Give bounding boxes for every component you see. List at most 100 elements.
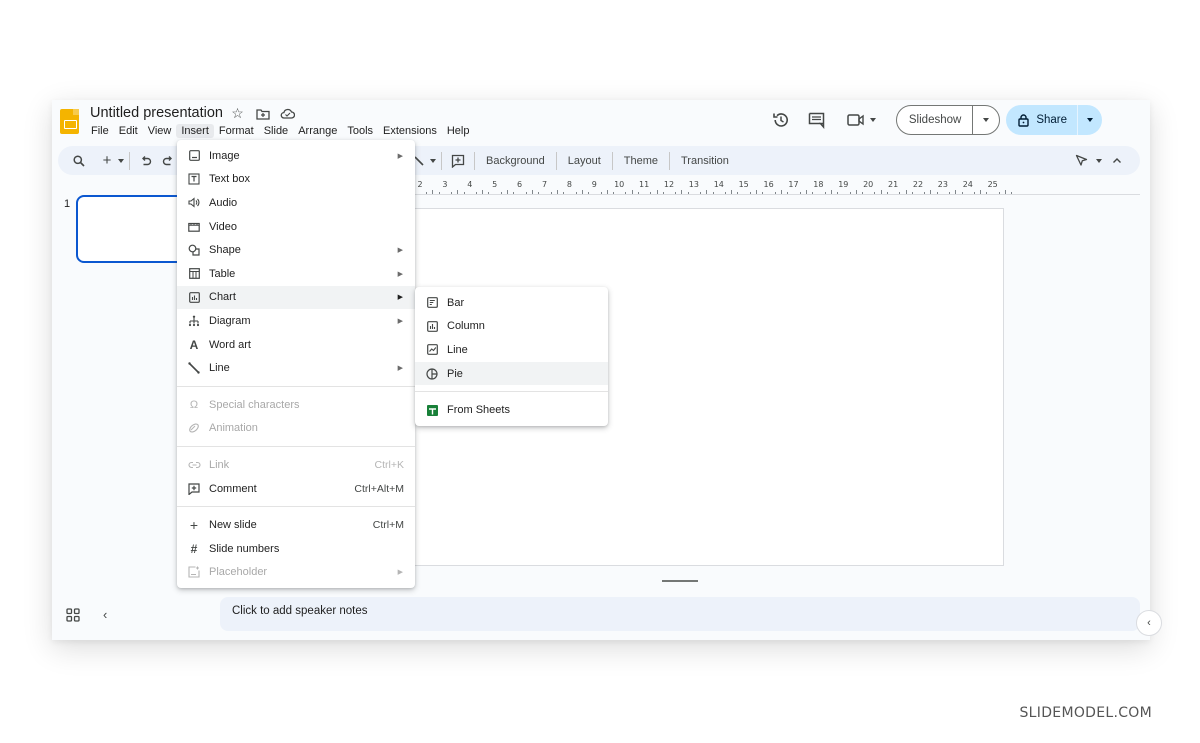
menu-item-shape[interactable]: Shape ▶	[177, 238, 415, 262]
move-folder-icon[interactable]	[255, 106, 270, 121]
menu-extensions[interactable]: Extensions	[378, 124, 442, 138]
theme-button[interactable]: Theme	[618, 155, 664, 167]
ruler-tick	[731, 190, 733, 194]
menu-view[interactable]: View	[143, 124, 177, 138]
side-panel-toggle-icon[interactable]: ‹	[1136, 610, 1162, 636]
ruler-tick	[787, 192, 789, 194]
menu-item-pie-chart[interactable]: Pie	[415, 361, 608, 386]
star-icon[interactable]: ☆	[230, 105, 245, 121]
hash-icon: #	[190, 541, 198, 556]
chevron-down-icon[interactable]	[430, 158, 436, 163]
search-menus-icon[interactable]	[68, 150, 90, 172]
add-comment-icon[interactable]	[447, 150, 469, 172]
collapse-filmstrip-icon[interactable]: ‹	[103, 607, 107, 622]
submenu-arrow-icon: ▶	[397, 317, 403, 325]
menu-item-table[interactable]: Table ▶	[177, 262, 415, 286]
menu-insert[interactable]: Insert	[176, 124, 214, 138]
slideshow-dropdown[interactable]	[973, 118, 999, 122]
comments-icon[interactable]	[802, 105, 832, 135]
menu-item-word-art[interactable]: A Word art	[177, 333, 415, 357]
collapse-toolbar-icon[interactable]	[1106, 150, 1128, 172]
speaker-notes[interactable]: Click to add speaker notes	[220, 597, 1140, 631]
ruler-tick	[725, 192, 727, 194]
redo-icon[interactable]	[157, 150, 179, 172]
ruler-tick	[980, 190, 982, 194]
menu-item-new-slide[interactable]: + New slide Ctrl+M	[177, 513, 415, 537]
background-button[interactable]: Background	[480, 155, 551, 167]
ruler-label: 24	[962, 180, 973, 189]
toolbar-divider	[474, 151, 475, 170]
new-slide-icon[interactable]: +	[96, 150, 118, 172]
menu-item-slide-numbers[interactable]: # Slide numbers	[177, 537, 415, 561]
ruler-tick	[675, 192, 677, 194]
menu-format[interactable]: Format	[214, 124, 259, 138]
slides-logo-icon[interactable]	[60, 109, 79, 134]
select-tool-icon[interactable]	[1070, 150, 1092, 172]
ruler-tick	[1005, 190, 1007, 194]
ruler-tick	[861, 192, 863, 194]
ruler-tick	[476, 192, 478, 194]
menu-item-from-sheets[interactable]: From Sheets	[415, 398, 608, 422]
placeholder-icon	[187, 565, 201, 579]
shortcut-label: Ctrl+Alt+M	[354, 482, 404, 495]
menu-item-animation: Animation	[177, 417, 415, 441]
link-icon	[187, 458, 201, 472]
ruler-tick	[961, 192, 963, 194]
layout-button[interactable]: Layout	[562, 155, 607, 167]
document-title[interactable]: Untitled presentation	[90, 105, 223, 121]
notes-resize-handle[interactable]	[662, 580, 698, 582]
menu-item-diagram[interactable]: Diagram ▶	[177, 309, 415, 333]
version-history-icon[interactable]	[766, 105, 796, 135]
menu-item-column-chart[interactable]: Column	[415, 315, 608, 339]
ruler-tick	[488, 192, 490, 194]
cloud-saved-icon[interactable]	[280, 106, 295, 121]
menu-tools[interactable]: Tools	[342, 124, 378, 138]
share-button[interactable]: Share	[1006, 105, 1078, 135]
ruler-label: 19	[838, 180, 849, 189]
share-button-group: Share	[1006, 105, 1102, 135]
ruler-tick	[631, 190, 633, 194]
ruler-tick	[700, 192, 702, 194]
menu-edit[interactable]: Edit	[114, 124, 143, 138]
menu-item-image[interactable]: Image ▶	[177, 144, 415, 168]
menu-item-line-chart[interactable]: Line	[415, 338, 608, 362]
menu-file[interactable]: File	[86, 124, 114, 138]
grid-view-icon[interactable]	[66, 608, 80, 622]
chevron-down-icon	[1087, 118, 1093, 122]
chevron-down-icon[interactable]	[118, 158, 124, 163]
submenu-arrow-icon: ▶	[397, 294, 403, 302]
chevron-down-icon[interactable]	[1096, 158, 1102, 163]
meet-button[interactable]	[842, 105, 882, 135]
ruler-tick	[924, 192, 926, 194]
chart-icon	[187, 290, 201, 304]
ruler-label: 16	[763, 180, 774, 189]
ruler-label: 4	[467, 180, 473, 189]
ruler-tick	[998, 192, 1000, 194]
table-icon	[187, 267, 201, 281]
ruler-tick	[749, 192, 751, 194]
ruler-tick	[949, 192, 951, 194]
transition-button[interactable]: Transition	[675, 155, 735, 167]
menu-arrange[interactable]: Arrange	[293, 124, 342, 138]
share-dropdown[interactable]	[1078, 118, 1102, 122]
menu-item-chart[interactable]: Chart ▶	[177, 285, 415, 310]
ruler-tick	[662, 192, 664, 194]
menu-slide[interactable]: Slide	[259, 124, 293, 138]
undo-icon[interactable]	[135, 150, 157, 172]
ruler-tick	[936, 192, 938, 194]
menu-item-line[interactable]: Line ▶	[177, 356, 415, 380]
horizontal-ruler[interactable]: 2 3 4 5 6 7 8 9 10 11 12 13 14 15 16 17 18 19 20 21 22 23 24 25	[416, 180, 1013, 194]
menu-item-video[interactable]: Video	[177, 215, 415, 239]
ruler-label: 6	[517, 180, 523, 189]
ruler-tick	[625, 192, 627, 194]
menu-item-text-box[interactable]: Text box	[177, 168, 415, 192]
menu-item-audio[interactable]: Audio	[177, 191, 415, 215]
insert-menu: Image ▶ Text box Audio Video Shape ▶ Tab…	[177, 140, 415, 589]
menu-item-bar-chart[interactable]: Bar	[415, 291, 608, 315]
ruler-tick	[637, 192, 639, 194]
slideshow-button[interactable]: Slideshow	[897, 106, 974, 134]
menu-help[interactable]: Help	[442, 124, 475, 138]
submenu-arrow-icon: ▶	[397, 365, 403, 373]
ruler-tick	[575, 192, 577, 194]
menu-item-comment[interactable]: Comment Ctrl+Alt+M	[177, 477, 415, 501]
